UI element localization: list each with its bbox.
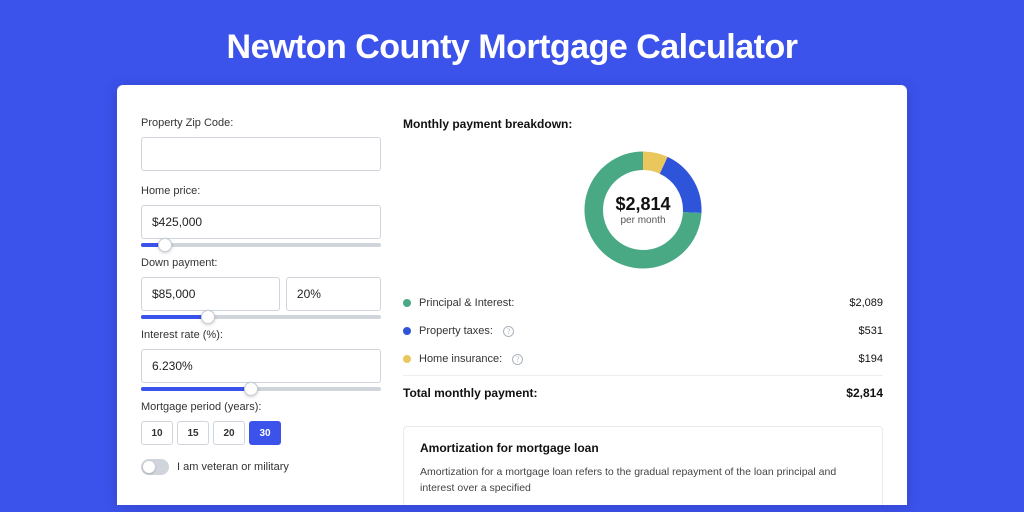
amortization-text: Amortization for a mortgage loan refers … [420,465,866,497]
down-payment-group: Down payment: [141,257,381,319]
interest-rate-slider[interactable] [141,387,381,391]
legend-row-insurance: Home insurance: ? $194 [403,345,883,373]
zip-input[interactable] [141,137,381,171]
legend-value: $2,089 [849,297,883,309]
legend-dot-icon [403,327,411,335]
legend-value: $194 [859,353,883,365]
form-column: Property Zip Code: Home price: Down paym… [141,117,381,505]
info-icon[interactable]: ? [512,354,523,365]
down-payment-label: Down payment: [141,257,381,269]
donut-chart-wrap: $2,814 per month [403,145,883,275]
total-label: Total monthly payment: [403,386,537,400]
interest-rate-label: Interest rate (%): [141,329,381,341]
slider-thumb[interactable] [244,382,258,396]
period-option-30[interactable]: 30 [249,421,281,445]
donut-amount: $2,814 [615,194,670,215]
down-payment-amount-input[interactable] [141,277,280,311]
interest-rate-input[interactable] [141,349,381,383]
info-icon[interactable]: ? [503,326,514,337]
down-payment-slider[interactable] [141,315,381,319]
home-price-label: Home price: [141,185,381,197]
toggle-knob [143,461,155,473]
slider-thumb[interactable] [201,310,215,324]
home-price-group: Home price: [141,185,381,247]
period-option-15[interactable]: 15 [177,421,209,445]
legend-value: $531 [859,325,883,337]
amortization-title: Amortization for mortgage loan [420,441,866,455]
veteran-label: I am veteran or military [177,461,289,473]
legend-row-principal: Principal & Interest: $2,089 [403,289,883,317]
total-row: Total monthly payment: $2,814 [403,375,883,410]
period-group: Mortgage period (years): 10 15 20 30 [141,401,381,445]
amortization-card: Amortization for mortgage loan Amortizat… [403,426,883,505]
veteran-toggle[interactable] [141,459,169,475]
period-label: Mortgage period (years): [141,401,381,413]
page-title: Newton County Mortgage Calculator [0,0,1024,85]
slider-thumb[interactable] [158,238,172,252]
legend-row-taxes: Property taxes: ? $531 [403,317,883,345]
period-option-10[interactable]: 10 [141,421,173,445]
veteran-row: I am veteran or military [141,459,381,475]
calculator-card: Property Zip Code: Home price: Down paym… [117,85,907,505]
breakdown-column: Monthly payment breakdown: $2,814 per mo… [403,117,883,505]
period-options: 10 15 20 30 [141,421,381,445]
home-price-slider[interactable] [141,243,381,247]
zip-label: Property Zip Code: [141,117,381,129]
interest-rate-group: Interest rate (%): [141,329,381,391]
donut-center: $2,814 per month [578,145,708,275]
donut-sub: per month [620,215,665,226]
legend-label: Principal & Interest: [419,297,514,309]
legend-label: Property taxes: [419,325,493,337]
down-payment-percent-input[interactable] [286,277,381,311]
legend-label: Home insurance: [419,353,502,365]
donut-chart: $2,814 per month [578,145,708,275]
breakdown-title: Monthly payment breakdown: [403,117,883,131]
zip-field-group: Property Zip Code: [141,117,381,171]
legend-dot-icon [403,299,411,307]
home-price-input[interactable] [141,205,381,239]
total-value: $2,814 [846,386,883,400]
period-option-20[interactable]: 20 [213,421,245,445]
legend-dot-icon [403,355,411,363]
